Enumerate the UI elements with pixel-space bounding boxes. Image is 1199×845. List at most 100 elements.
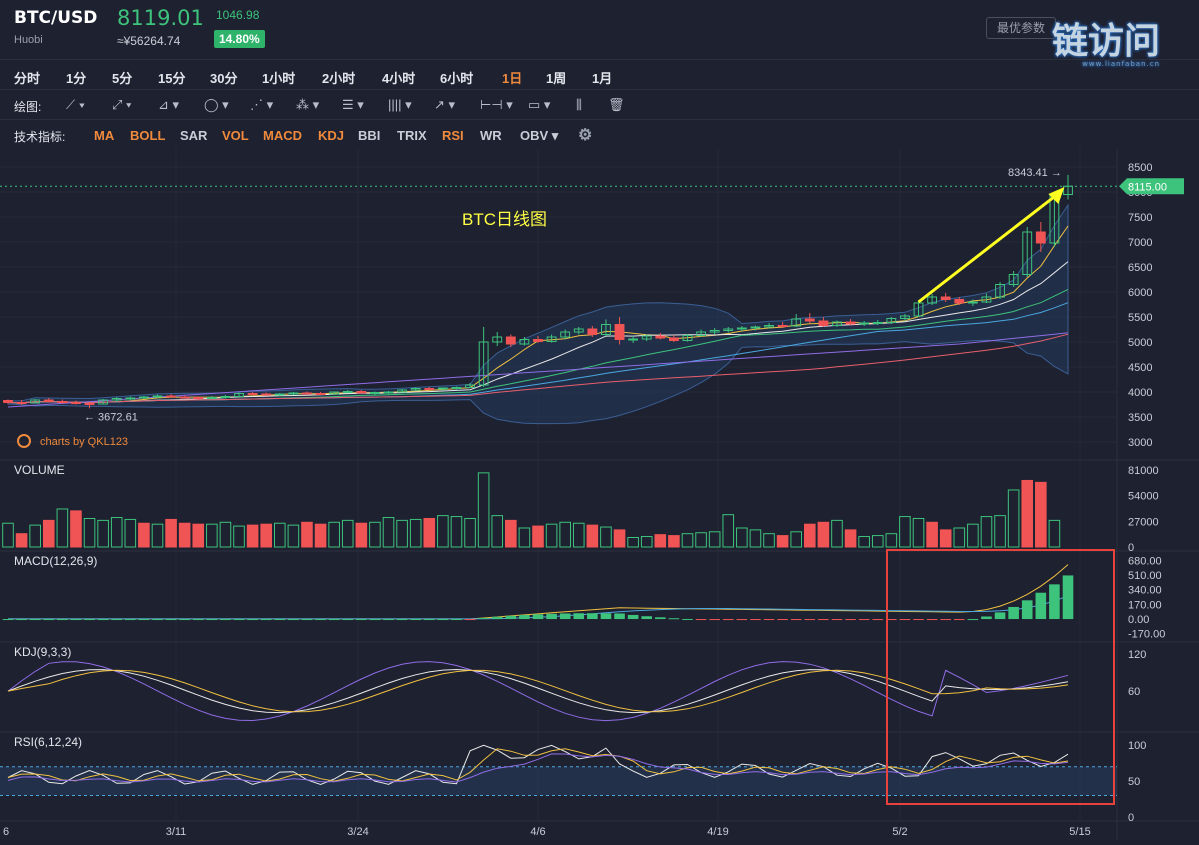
macd-hist-47 <box>641 616 653 620</box>
indicator-trix[interactable]: TRIX <box>397 128 427 143</box>
volume-tick-0: 0 <box>1128 542 1134 554</box>
volume-tick-81000: 81000 <box>1128 465 1159 477</box>
volume-bar-46 <box>627 536 639 548</box>
line-tool-icon[interactable]: ⟋ ▾ <box>66 97 85 113</box>
volume-bar-12 <box>165 518 177 548</box>
volume-bar-55 <box>749 529 762 548</box>
candle-body-0 <box>3 400 13 403</box>
period-tab-6[interactable]: 2小时 <box>322 68 355 87</box>
indicator-boll[interactable]: BOLL <box>130 128 165 143</box>
period-tab-5[interactable]: 1小时 <box>262 68 295 87</box>
period-tab-9[interactable]: 1日 <box>502 68 522 87</box>
chart-area[interactable]: 8500800075007000650060005500500045004000… <box>0 149 1199 840</box>
gann-tool-icon[interactable]: |||| ▾ <box>388 97 412 113</box>
ray-tool-icon[interactable]: ⤢ ▾ <box>112 97 131 113</box>
candle-body-69 <box>940 296 951 300</box>
candle-body-62 <box>845 321 856 325</box>
macd-hist-11 <box>152 619 163 621</box>
volume-bar-76 <box>1035 481 1047 548</box>
period-tab-10[interactable]: 1周 <box>546 68 566 87</box>
settings-gear-icon[interactable]: ⚙ <box>578 125 592 145</box>
fib-tool-icon[interactable]: ☰ ▾ <box>342 97 364 113</box>
volume-bar-65 <box>885 533 898 548</box>
period-tab-0[interactable]: 分时 <box>14 68 40 87</box>
indicator-rsi[interactable]: RSI <box>442 128 464 143</box>
macd-hist-21 <box>288 619 299 621</box>
candle-body-19 <box>261 393 272 396</box>
volume-bar-27 <box>369 521 381 548</box>
macd-hist-70 <box>953 619 965 621</box>
volume-bar-17 <box>233 525 245 548</box>
macd-tick-4: 0.00 <box>1128 614 1149 626</box>
macd-hist-27 <box>369 619 381 621</box>
note-tool-icon[interactable]: ▭ ▾ <box>528 97 550 113</box>
macd-tick-5: -170.00 <box>1128 629 1165 641</box>
volume-bar-50 <box>681 533 694 548</box>
candle-body-54 <box>736 327 747 330</box>
candle-body-70 <box>954 299 965 304</box>
period-tab-2[interactable]: 5分 <box>112 68 132 87</box>
volume-bar-45 <box>613 529 626 548</box>
macd-hist-53 <box>722 619 734 621</box>
indicator-vol[interactable]: VOL <box>222 128 249 143</box>
volume-bar-16 <box>219 521 232 548</box>
volume-bar-66 <box>899 516 911 548</box>
indicator-wr[interactable]: WR <box>480 128 502 143</box>
optimal-params-button[interactable]: 最优参数 <box>986 17 1056 39</box>
indicator-bbi[interactable]: BBI <box>358 128 380 143</box>
macd-hist-64 <box>872 619 884 621</box>
candle-body-49 <box>668 337 679 341</box>
x-tick-1: 3/11 <box>166 826 187 838</box>
period-tab-3[interactable]: 15分 <box>158 68 185 87</box>
candle-tool-icon[interactable]: ⫼ <box>576 97 582 113</box>
channel-tool-icon[interactable]: ⊿ ▾ <box>158 97 179 113</box>
volume-bar-68 <box>926 521 938 548</box>
volume-bar-51 <box>695 532 707 548</box>
rsi-label: RSI(6,12,24) <box>14 735 82 749</box>
volume-bar-30 <box>409 518 422 548</box>
volume-bar-24 <box>328 521 340 548</box>
pattern-tool-icon[interactable]: ⋰ ▾ <box>250 97 273 113</box>
indicator-ma[interactable]: MA <box>94 128 114 143</box>
indicator-kdj[interactable]: KDJ <box>318 128 344 143</box>
measure-tool-icon[interactable]: ⊢⊣ ▾ <box>480 97 513 113</box>
volume-bar-23 <box>314 523 327 548</box>
rsi-band <box>0 766 1117 796</box>
macd-hist-73 <box>994 612 1006 620</box>
indicator-macd[interactable]: MACD <box>263 128 302 143</box>
period-tab-8[interactable]: 6小时 <box>440 68 473 87</box>
volume-bar-63 <box>858 536 870 548</box>
period-tab-7[interactable]: 4小时 <box>382 68 415 87</box>
candle-body-71 <box>967 301 978 304</box>
period-tab-1[interactable]: 1分 <box>66 68 86 87</box>
macd-hist-36 <box>491 616 503 620</box>
trash-icon[interactable]: 🗑 <box>608 97 625 113</box>
candle-body-59 <box>804 318 815 322</box>
volume-bar-40 <box>545 523 558 548</box>
period-tab-4[interactable]: 30分 <box>210 68 237 87</box>
macd-label: MACD(12,26,9) <box>14 554 97 568</box>
macd-hist-46 <box>627 614 639 620</box>
volume-bar-8 <box>110 517 123 548</box>
period-bar: 分时 1分 5分 15分 30分 1小时 2小时 4小时 6小时 1日 1周 1月 <box>0 59 1199 90</box>
volume-bar-29 <box>396 519 408 548</box>
price-tick-7000: 7000 <box>1128 237 1152 249</box>
candle-body-60 <box>818 320 829 326</box>
macd-hist-52 <box>709 619 720 621</box>
polyline-tool-icon[interactable]: ⁂ ▾ <box>296 97 319 113</box>
macd-hist-12 <box>165 619 177 621</box>
volume-bar-75 <box>1021 479 1034 548</box>
circle-tool-icon[interactable]: ◯ ▾ <box>204 97 229 113</box>
macd-hist-3 <box>43 619 55 621</box>
period-tab-11[interactable]: 1月 <box>592 68 612 87</box>
candle-body-20 <box>274 393 285 396</box>
x-tick-0: 6 <box>3 826 9 838</box>
indicator-sar[interactable]: SAR <box>180 128 207 143</box>
macd-hist-59 <box>804 619 816 621</box>
chart-svg[interactable]: 8500800075007000650060005500500045004000… <box>0 149 1199 840</box>
candle-body-43 <box>587 328 598 335</box>
candle-body-27 <box>370 392 380 394</box>
macd-hist-20 <box>274 619 286 621</box>
indicator-obv[interactable]: OBV ▾ <box>520 128 558 144</box>
arrow-tool-icon[interactable]: ↗ ▾ <box>434 97 455 113</box>
